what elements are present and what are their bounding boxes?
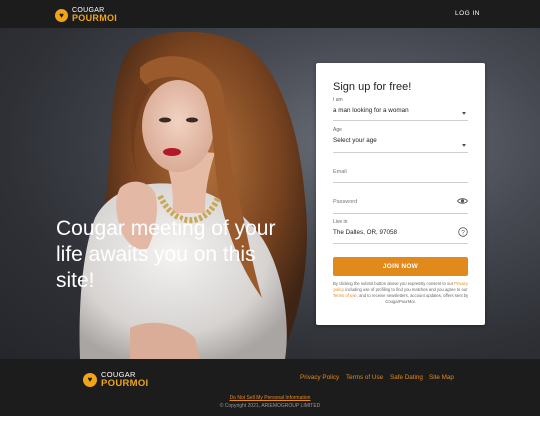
do-not-sell-link[interactable]: Do Not Sell My Personal Information	[0, 395, 540, 401]
age-value: Select your age	[333, 137, 377, 144]
location-label: Live in	[333, 219, 348, 225]
signup-card: Sign up for free! I am a man looking for…	[316, 63, 485, 325]
eye-icon[interactable]	[457, 197, 468, 205]
footer-link-privacy[interactable]: Privacy Policy	[300, 374, 339, 381]
footer-link-site-map[interactable]: Site Map	[429, 374, 454, 381]
site-logo[interactable]: ♥ COUGAR POURMOI	[55, 7, 117, 23]
copyright-text: © Copyright 2021, ARIEMOGROUP LIMITED	[219, 403, 321, 409]
gender-value: a man looking for a woman	[333, 107, 409, 114]
location-value: The Dalles, OR, 97058	[333, 229, 398, 236]
help-icon[interactable]: ?	[458, 227, 468, 237]
chevron-down-icon	[462, 112, 466, 115]
email-placeholder: Email	[333, 169, 347, 175]
age-label: Age	[333, 127, 342, 133]
gender-label: I am	[333, 97, 343, 103]
login-link[interactable]: LOG IN	[455, 10, 480, 17]
svg-text:?: ?	[461, 229, 465, 236]
footer-link-terms[interactable]: Terms of Use	[346, 374, 383, 381]
gender-select[interactable]: I am a man looking for a woman	[333, 97, 468, 121]
site-header: ♥ COUGAR POURMOI LOG IN	[0, 0, 540, 28]
chevron-down-icon	[462, 144, 466, 147]
terms-of-use-link[interactable]: Terms of use	[333, 293, 357, 298]
email-field[interactable]: Email	[333, 169, 468, 183]
join-now-button[interactable]: JOIN NOW	[333, 257, 468, 276]
hero-headline: Cougar meeting of your life awaits you o…	[56, 217, 276, 292]
location-field[interactable]: Live in The Dalles, OR, 97058 ?	[333, 219, 468, 244]
password-placeholder: Password	[333, 199, 358, 205]
footer-logo[interactable]: ♥ COUGAR POURMOI	[83, 371, 149, 388]
logo-text-bottom: POURMOI	[101, 377, 149, 389]
age-select[interactable]: Age Select your age	[333, 127, 468, 153]
logo-heart-icon: ♥	[55, 8, 68, 22]
site-footer: ♥ COUGAR POURMOI Privacy Policy Terms of…	[0, 359, 540, 416]
signup-title: Sign up for free!	[333, 81, 412, 93]
logo-text-bottom: POURMOI	[72, 13, 118, 23]
consent-text: By clicking the submit button above you …	[332, 281, 469, 304]
password-field[interactable]: Password	[333, 197, 468, 214]
footer-link-safe-dating[interactable]: Safe Dating	[390, 374, 423, 381]
logo-heart-icon: ♥	[83, 372, 97, 387]
